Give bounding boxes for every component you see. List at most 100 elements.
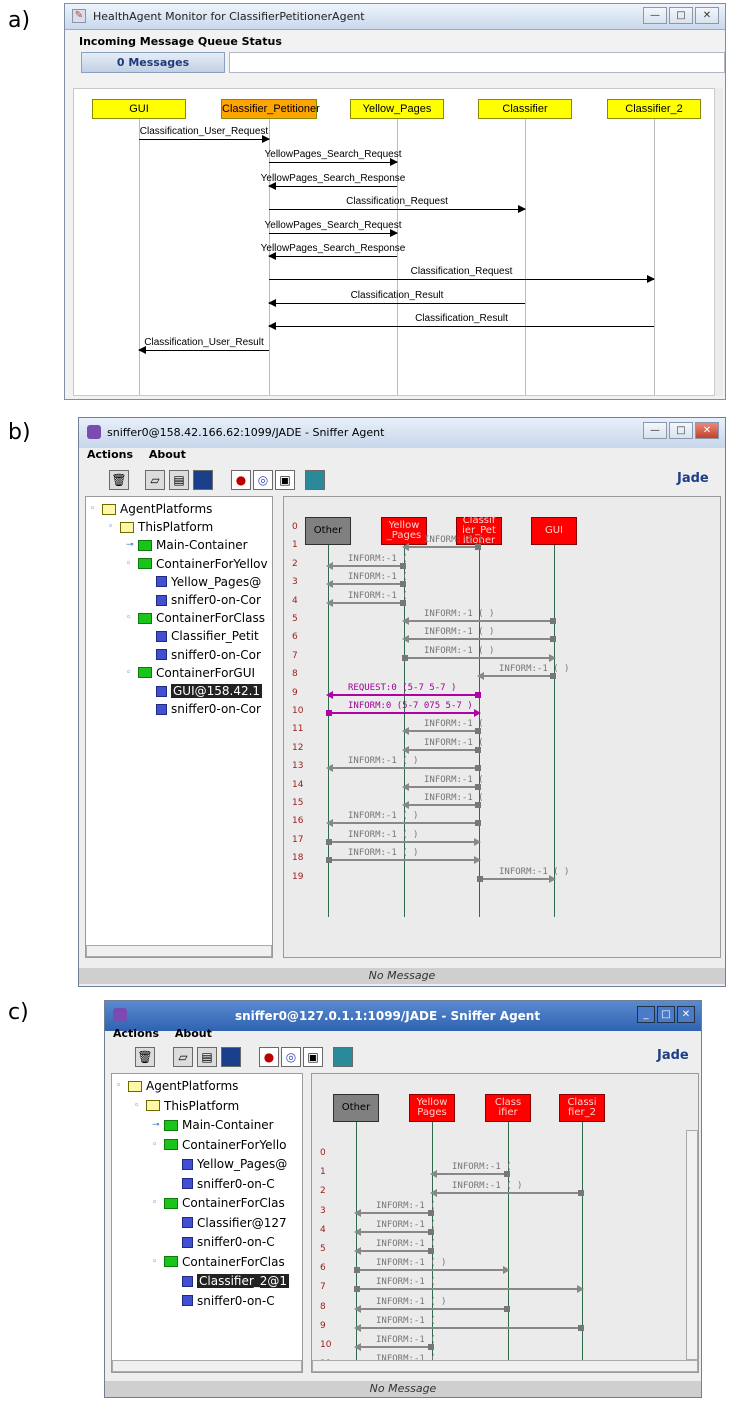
message-arrow[interactable]: [402, 635, 556, 644]
message-arrow[interactable]: [402, 653, 556, 662]
message-arrow[interactable]: [354, 1208, 434, 1217]
agent-header[interactable]: GUI: [531, 517, 577, 545]
tree-item[interactable]: sniffer0-on-C: [170, 1176, 275, 1192]
agent-header[interactable]: Class ifier: [485, 1094, 531, 1122]
tree-item[interactable]: sniffer0-on-Cor: [144, 592, 261, 608]
message-arrow[interactable]: [402, 745, 481, 754]
message-arrow[interactable]: [402, 801, 481, 809]
trash-icon[interactable]: 🗑: [109, 470, 129, 490]
open-folder-icon[interactable]: ▱: [145, 470, 165, 490]
message-arrow[interactable]: [326, 837, 481, 846]
message-arrow[interactable]: [354, 1266, 510, 1275]
message-arrow[interactable]: [477, 874, 556, 883]
vertical-scrollbar[interactable]: [686, 1130, 698, 1360]
message-arrow[interactable]: [326, 764, 481, 773]
exit-icon[interactable]: [305, 470, 325, 490]
message-arrow[interactable]: [354, 1285, 584, 1294]
open-folder-icon[interactable]: ▱: [173, 1047, 193, 1067]
minimize-button[interactable]: —: [643, 7, 667, 24]
maximize-button[interactable]: □: [669, 7, 693, 24]
tree-item[interactable]: ◦ ContainerForYello: [152, 1137, 287, 1153]
tree-item[interactable]: ◦ ContainerForYellov: [126, 556, 268, 572]
agent-header[interactable]: Yellow _Pages: [381, 517, 427, 545]
tree-item[interactable]: ◦ AgentPlatforms: [90, 501, 212, 517]
expand-toggle-icon[interactable]: ◦: [126, 613, 138, 623]
info-icon[interactable]: ◎: [253, 470, 273, 490]
save-icon[interactable]: [193, 470, 213, 490]
agent-header[interactable]: Other: [305, 517, 351, 545]
message-arrow[interactable]: [354, 1304, 510, 1313]
expand-toggle-icon[interactable]: ◦: [108, 522, 120, 532]
expand-toggle-icon[interactable]: ◦: [152, 1257, 164, 1267]
message-arrow[interactable]: [326, 561, 406, 570]
message-arrow[interactable]: [326, 709, 481, 717]
menu-about[interactable]: About: [175, 1027, 212, 1040]
message-arrow[interactable]: [326, 856, 481, 865]
message-arrow[interactable]: [326, 819, 481, 828]
agent-header[interactable]: Yellow Pages: [409, 1094, 455, 1122]
tree-item[interactable]: ◦ ContainerForClas: [152, 1254, 285, 1270]
tree-item[interactable]: sniffer0-on-Cor: [144, 647, 261, 663]
agent-header[interactable]: Other: [333, 1094, 379, 1122]
stop-icon[interactable]: ▣: [303, 1047, 323, 1067]
message-arrow[interactable]: [354, 1227, 434, 1236]
tree-item[interactable]: Yellow_Pages@: [144, 574, 261, 590]
maximize-button[interactable]: □: [657, 1006, 675, 1023]
horizontal-scrollbar[interactable]: [86, 945, 272, 957]
tree-item[interactable]: sniffer0-on-C: [170, 1293, 275, 1309]
tree-item[interactable]: ◦ AgentPlatforms: [116, 1078, 238, 1094]
expand-toggle-icon[interactable]: ◦: [152, 1198, 164, 1208]
vertical-scrollbar[interactable]: [714, 88, 723, 396]
minimize-button[interactable]: _: [637, 1006, 655, 1023]
expand-toggle-icon[interactable]: ◦: [152, 1140, 164, 1150]
menu-actions[interactable]: Actions: [87, 448, 133, 461]
expand-toggle-icon[interactable]: ◦: [126, 559, 138, 569]
message-arrow[interactable]: [326, 690, 481, 699]
tree-item[interactable]: Yellow_Pages@: [170, 1156, 287, 1172]
trash-icon[interactable]: 🗑: [135, 1047, 155, 1067]
tree-item[interactable]: ⊸ Main-Container: [126, 537, 248, 553]
message-arrow[interactable]: [354, 1343, 434, 1351]
save-icon[interactable]: [221, 1047, 241, 1067]
message-arrow[interactable]: [402, 543, 481, 552]
tree-item[interactable]: GUI@158.42.1: [144, 683, 263, 699]
expand-toggle-icon[interactable]: ◦: [90, 504, 102, 514]
menu-actions[interactable]: Actions: [113, 1027, 159, 1040]
tree-item[interactable]: sniffer0-on-C: [170, 1234, 275, 1250]
tree-item[interactable]: ◦ ThisPlatform: [108, 519, 213, 535]
close-button[interactable]: ✕: [695, 422, 719, 439]
agent-header[interactable]: Classi fier_2: [559, 1094, 605, 1122]
maximize-button[interactable]: □: [669, 422, 693, 439]
message-arrow[interactable]: [402, 782, 481, 791]
message-arrow[interactable]: [430, 1189, 584, 1198]
menu-about[interactable]: About: [149, 448, 186, 461]
message-arrow[interactable]: [402, 617, 556, 625]
horizontal-scrollbar[interactable]: [312, 1360, 698, 1372]
info-icon[interactable]: ◎: [281, 1047, 301, 1067]
message-arrow[interactable]: [477, 672, 556, 681]
tree-item[interactable]: sniffer0-on-Cor: [144, 701, 261, 717]
save-as-icon[interactable]: ▤: [169, 470, 189, 490]
expand-toggle-icon[interactable]: ◦: [134, 1101, 146, 1111]
save-as-icon[interactable]: ▤: [197, 1047, 217, 1067]
record-icon[interactable]: ●: [259, 1047, 279, 1067]
tree-item[interactable]: ◦ ContainerForClas: [152, 1195, 285, 1211]
close-button[interactable]: ✕: [677, 1006, 695, 1023]
message-arrow[interactable]: [326, 580, 406, 589]
tree-item[interactable]: ◦ ContainerForGUI: [126, 665, 255, 681]
tree-item[interactable]: Classifier@127: [170, 1215, 287, 1231]
record-icon[interactable]: ●: [231, 470, 251, 490]
stop-icon[interactable]: ▣: [275, 470, 295, 490]
tree-item[interactable]: Classifier_2@1: [170, 1273, 290, 1289]
message-arrow[interactable]: [354, 1247, 434, 1255]
close-button[interactable]: ✕: [695, 7, 719, 24]
expand-toggle-icon[interactable]: ◦: [126, 668, 138, 678]
tree-item[interactable]: Classifier_Petit: [144, 628, 259, 644]
exit-icon[interactable]: [333, 1047, 353, 1067]
tree-item[interactable]: ⊸ Main-Container: [152, 1117, 274, 1133]
message-arrow[interactable]: [354, 1323, 584, 1332]
horizontal-scrollbar[interactable]: [112, 1360, 302, 1372]
tree-item[interactable]: ◦ ThisPlatform: [134, 1098, 239, 1114]
message-arrow[interactable]: [402, 727, 481, 736]
message-arrow[interactable]: [326, 598, 406, 607]
